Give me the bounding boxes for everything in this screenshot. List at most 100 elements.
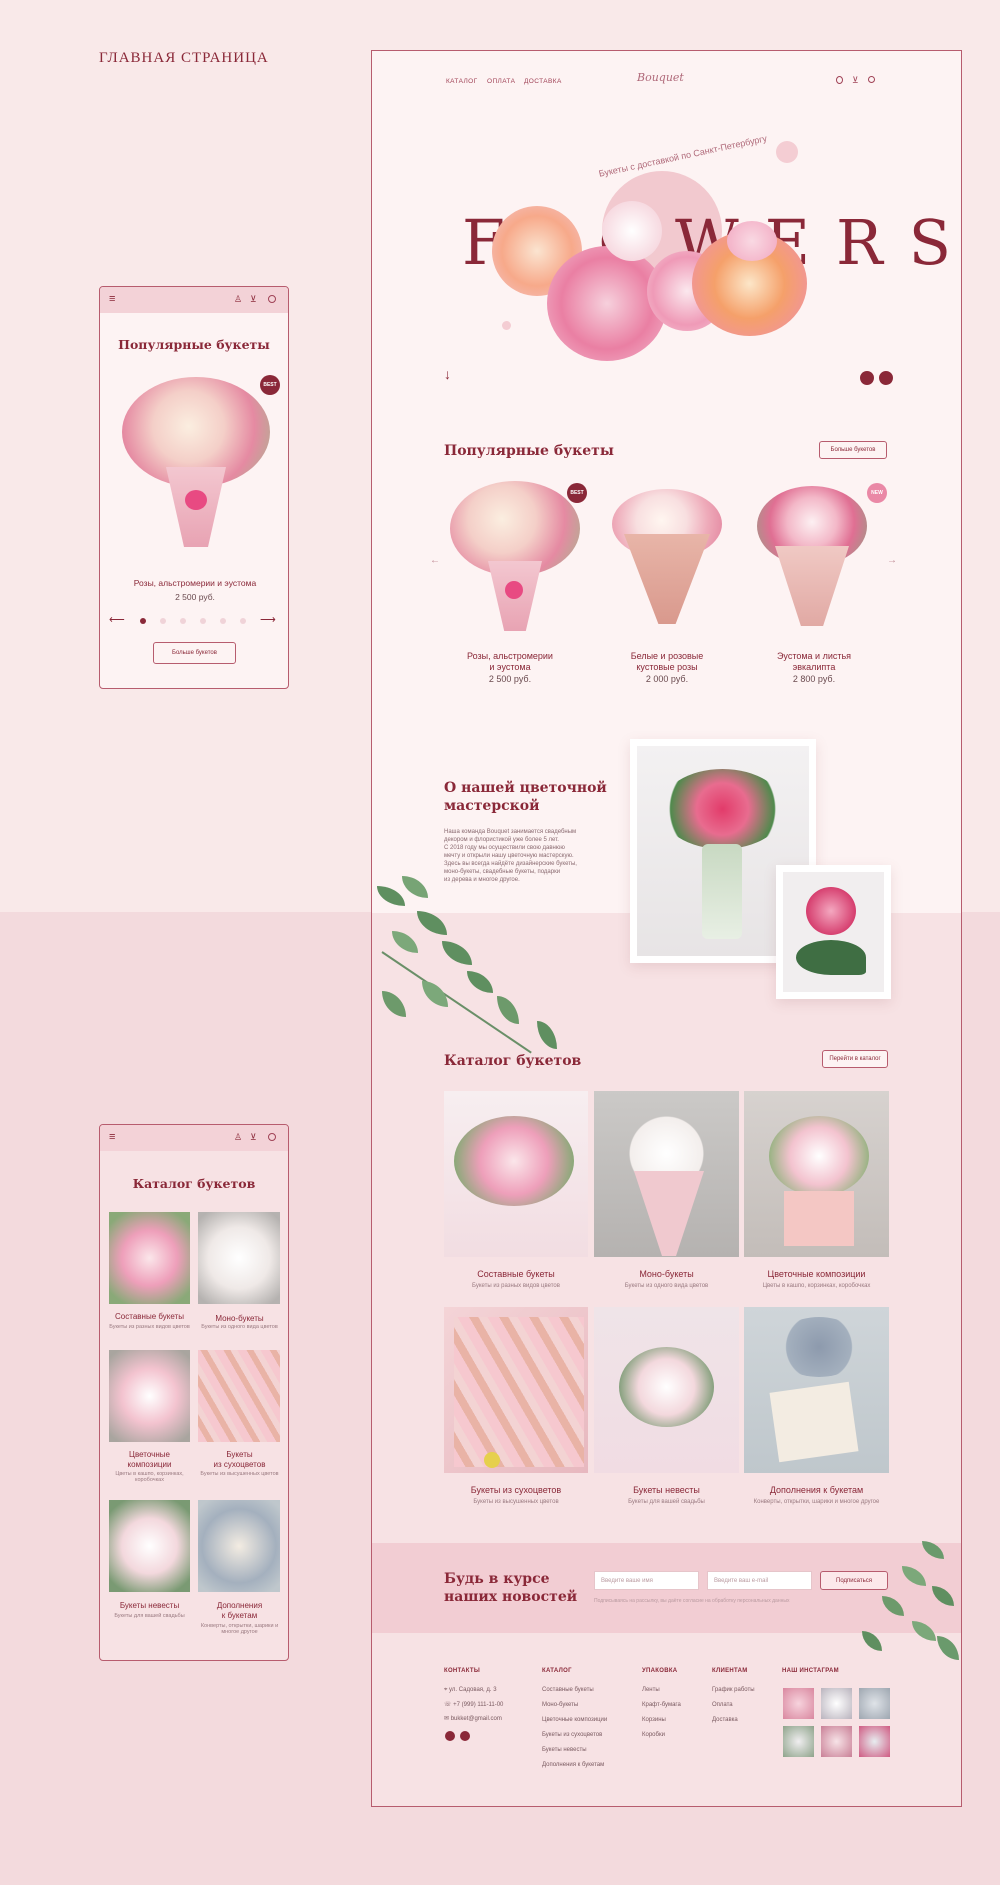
footer-packaging-title: УПАКОВКА bbox=[642, 1668, 678, 1674]
catalog-image-dried[interactable] bbox=[444, 1307, 588, 1473]
newsletter-title: Будь в курсе наших новостей bbox=[444, 1571, 578, 1605]
user-icon[interactable]: ♙ bbox=[234, 1132, 242, 1143]
go-to-catalog-button[interactable]: Перейти в каталог bbox=[822, 1050, 888, 1068]
catalog-item-name[interactable]: Составные букеты bbox=[104, 1312, 195, 1321]
footer-link[interactable]: Коробки bbox=[642, 1732, 665, 1738]
carousel-prev-arrow[interactable]: ⟵ bbox=[109, 613, 125, 626]
more-bouquets-button[interactable]: Больше букетов bbox=[153, 642, 236, 664]
carousel-next-arrow[interactable]: ⟶ bbox=[260, 613, 276, 626]
mobile-catalog-title: Каталог букетов bbox=[132, 1176, 256, 1191]
carousel-dot[interactable] bbox=[180, 618, 186, 624]
footer-link[interactable]: Оплата bbox=[712, 1702, 733, 1708]
catalog-item-name[interactable]: Составные букеты bbox=[444, 1269, 588, 1279]
footer-link[interactable]: Букеты из сухоцветов bbox=[542, 1732, 602, 1738]
menu-icon[interactable]: ≡ bbox=[109, 1131, 115, 1143]
catalog-item-sub: Цветы в кашпо, корзинках, коробочках bbox=[762, 1283, 871, 1289]
instagram-photo[interactable] bbox=[783, 1726, 814, 1757]
instagram-photo[interactable] bbox=[783, 1688, 814, 1719]
catalog-image-bridal[interactable] bbox=[109, 1500, 190, 1592]
product-name[interactable]: Розы, альстромерии и эустома bbox=[100, 578, 288, 588]
footer-instagram-title: НАШ ИНСТАГРАМ bbox=[782, 1668, 839, 1674]
catalog-item-name[interactable]: Цветочные композиции bbox=[744, 1269, 889, 1279]
product-name[interactable]: Розы, альстромерии и эустома bbox=[460, 651, 560, 673]
search-icon[interactable] bbox=[268, 295, 276, 303]
brand-logo[interactable]: Bouquet bbox=[637, 71, 684, 84]
menu-icon[interactable]: ≡ bbox=[109, 293, 115, 305]
footer-link[interactable]: Ленты bbox=[642, 1687, 660, 1693]
carousel-dot[interactable] bbox=[240, 618, 246, 624]
carousel-dot[interactable] bbox=[220, 618, 226, 624]
consent-text: Подписываясь на рассылку, вы даёте согла… bbox=[594, 1598, 790, 1604]
catalog-item-name[interactable]: Цветочные композиции bbox=[104, 1450, 195, 1470]
carousel-dot[interactable] bbox=[200, 618, 206, 624]
instagram-photo[interactable] bbox=[859, 1688, 890, 1719]
search-icon[interactable] bbox=[868, 76, 875, 83]
catalog-item-sub: Букеты из высушенных цветов bbox=[200, 1471, 279, 1477]
catalog-image-mono[interactable] bbox=[198, 1212, 280, 1304]
catalog-item-name[interactable]: Букеты из сухоцветов bbox=[444, 1485, 588, 1495]
user-icon[interactable]: ♙ bbox=[234, 294, 242, 305]
catalog-item-sub: Цветы в кашпо, корзинках, коробочках bbox=[115, 1471, 184, 1483]
nav-catalog[interactable]: КАТАЛОГ bbox=[446, 78, 478, 85]
catalog-item-name[interactable]: Дополнения к букетам bbox=[744, 1485, 889, 1495]
scroll-down-arrow[interactable]: ↓ bbox=[444, 366, 451, 382]
cart-icon[interactable]: ⊻ bbox=[852, 75, 859, 86]
catalog-image-compositions[interactable] bbox=[109, 1350, 190, 1442]
nav-payment[interactable]: ОПЛАТА bbox=[487, 78, 515, 85]
catalog-image-mixed[interactable] bbox=[109, 1212, 190, 1304]
more-bouquets-button[interactable]: Больше букетов bbox=[819, 441, 887, 459]
footer-link[interactable]: Составные букеты bbox=[542, 1687, 594, 1693]
footer-link[interactable]: Цветочные композиции bbox=[542, 1717, 607, 1723]
catalog-image-extras[interactable] bbox=[744, 1307, 889, 1473]
catalog-image-mono[interactable] bbox=[594, 1091, 739, 1257]
vk-icon[interactable] bbox=[460, 1731, 470, 1741]
carousel-next-arrow[interactable]: → bbox=[887, 555, 897, 566]
user-icon[interactable] bbox=[836, 76, 843, 84]
catalog-item-sub: Букеты из высушенных цветов bbox=[473, 1499, 559, 1505]
instagram-photo[interactable] bbox=[859, 1726, 890, 1757]
catalog-image-mixed[interactable] bbox=[444, 1091, 588, 1257]
catalog-image-bridal[interactable] bbox=[594, 1307, 739, 1473]
product-image[interactable] bbox=[122, 377, 270, 552]
carousel-prev-arrow[interactable]: ← bbox=[430, 555, 440, 566]
email-input[interactable]: Введите ваш e-mail bbox=[707, 1571, 812, 1590]
instagram-icon-alt[interactable] bbox=[879, 371, 893, 385]
catalog-item-name[interactable]: Дополнения к букетам bbox=[194, 1601, 285, 1621]
search-icon[interactable] bbox=[268, 1133, 276, 1141]
footer-link[interactable]: Букеты невесты bbox=[542, 1747, 587, 1753]
name-input[interactable]: Введите ваше имя bbox=[594, 1571, 699, 1590]
footer-link[interactable]: Доставка bbox=[712, 1717, 738, 1723]
catalog-image-extras[interactable] bbox=[198, 1500, 280, 1592]
footer-link[interactable]: График работы bbox=[712, 1687, 755, 1693]
instagram-icon[interactable] bbox=[445, 1731, 455, 1741]
footer-link[interactable]: Крафт-бумага bbox=[642, 1702, 681, 1708]
footer-link[interactable]: Моно-букеты bbox=[542, 1702, 578, 1708]
instagram-photo[interactable] bbox=[821, 1726, 852, 1757]
footer-email[interactable]: ✉ bukket@gmail.com bbox=[444, 1715, 502, 1722]
catalog-item-name[interactable]: Букеты невесты bbox=[104, 1601, 195, 1610]
catalog-item-sub: Букеты из разных видов цветов bbox=[472, 1283, 560, 1289]
catalog-item-name[interactable]: Моно-букеты bbox=[194, 1314, 285, 1323]
carousel-dot[interactable] bbox=[160, 618, 166, 624]
catalog-image-dried[interactable] bbox=[198, 1350, 280, 1442]
product-image[interactable] bbox=[757, 486, 867, 631]
product-name[interactable]: Белые и розовые кустовые розы bbox=[617, 651, 717, 673]
cart-icon[interactable]: ⊻ bbox=[250, 294, 257, 305]
catalog-item-sub: Букеты из разных видов цветов bbox=[109, 1324, 190, 1330]
carousel-dot-active[interactable] bbox=[140, 618, 146, 624]
instagram-icon[interactable] bbox=[860, 371, 874, 385]
cart-icon[interactable]: ⊻ bbox=[250, 1132, 257, 1143]
instagram-photo[interactable] bbox=[821, 1688, 852, 1719]
product-image[interactable] bbox=[612, 489, 722, 629]
product-name[interactable]: Эустома и листья эвкалипта bbox=[764, 651, 864, 673]
product-image[interactable] bbox=[450, 481, 580, 631]
footer-link[interactable]: Корзины bbox=[642, 1717, 666, 1723]
catalog-item-name[interactable]: Букеты невесты bbox=[594, 1485, 739, 1495]
nav-delivery[interactable]: ДОСТАВКА bbox=[524, 78, 562, 85]
footer-phone[interactable]: ☏ +7 (999) 111-11-00 bbox=[444, 1701, 503, 1708]
footer-link[interactable]: Дополнения к букетам bbox=[542, 1762, 604, 1768]
catalog-image-compositions[interactable] bbox=[744, 1091, 889, 1257]
catalog-item-name[interactable]: Букеты из сухоцветов bbox=[194, 1450, 285, 1470]
catalog-item-name[interactable]: Моно-букеты bbox=[594, 1269, 739, 1279]
popular-title: Популярные букеты bbox=[444, 443, 614, 459]
